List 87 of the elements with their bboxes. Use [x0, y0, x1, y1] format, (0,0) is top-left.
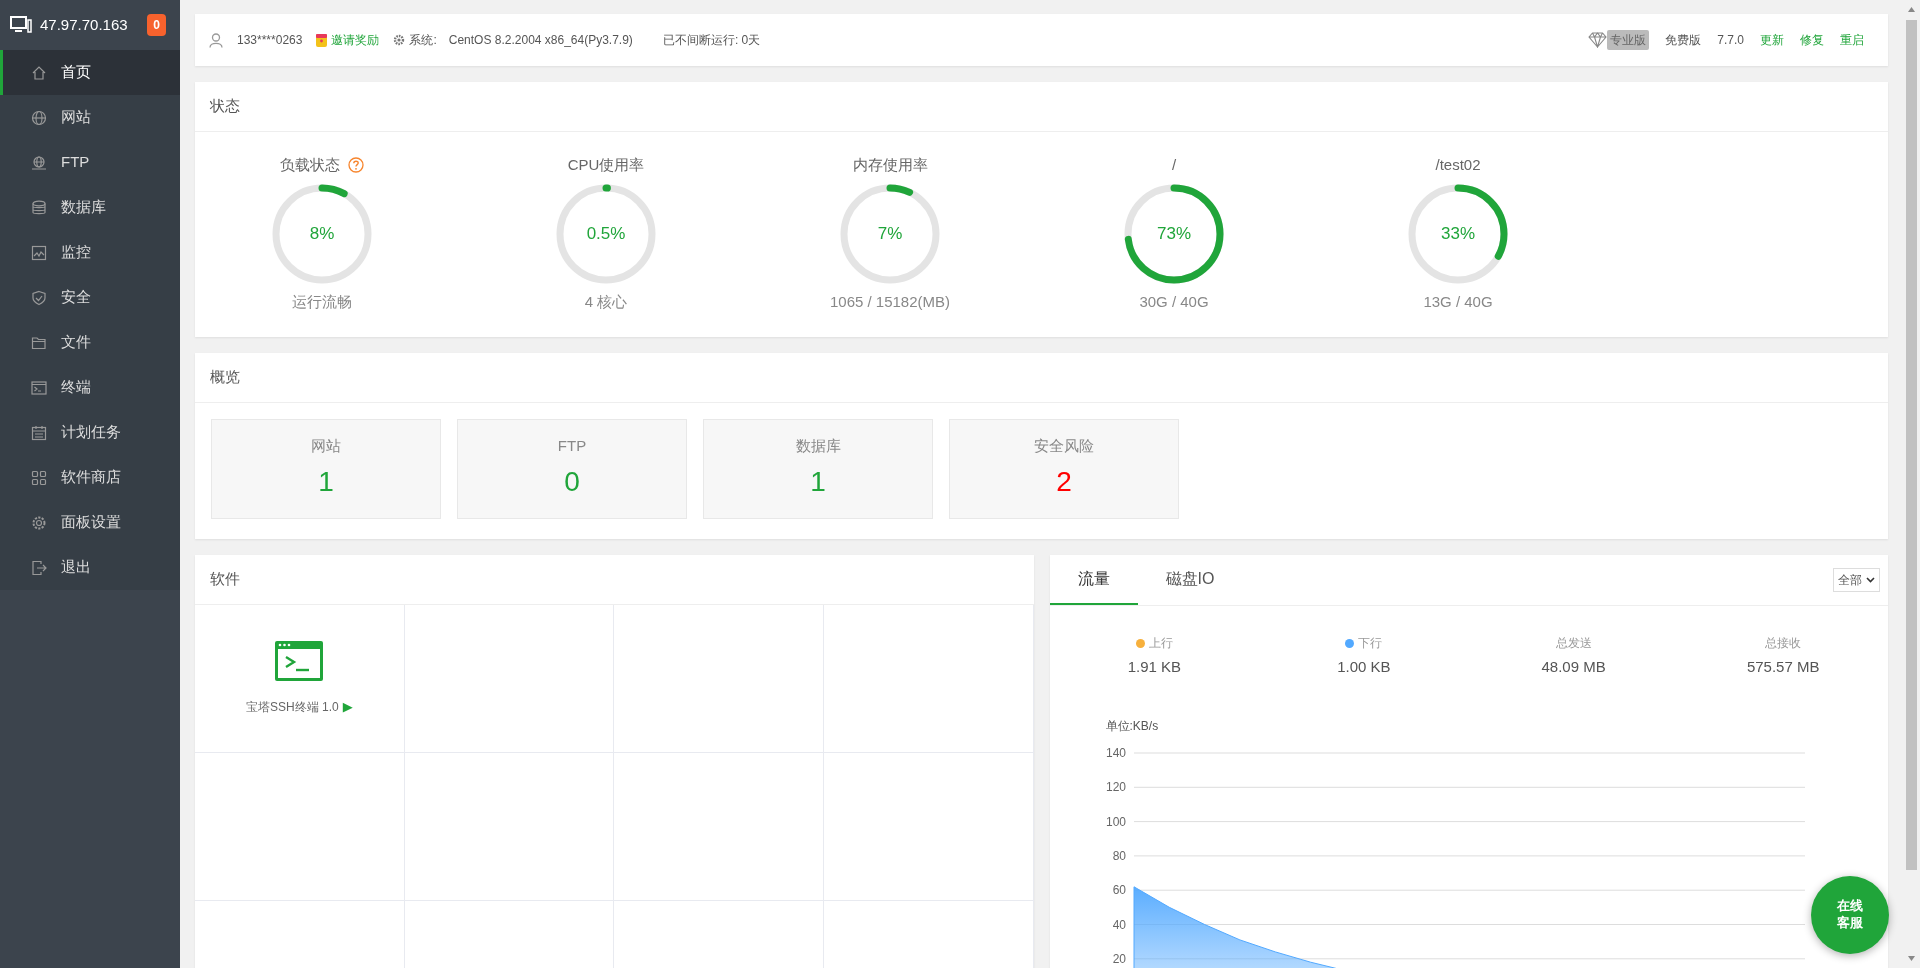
sidebar-item[interactable]: 软件商店 [0, 455, 180, 500]
server-ip: 47.97.70.163 [40, 14, 128, 35]
gauge-label: 内存使用率 [852, 155, 928, 175]
tile-label: 数据库 [795, 435, 841, 456]
overview-tile[interactable]: 安全风险 2 [949, 419, 1179, 519]
stat-label: 下行 [1358, 635, 1383, 652]
panel-title: 概览 [195, 353, 1888, 403]
uptime-text: 已不间断运行: 0天 [662, 32, 761, 49]
axis-tick: 60 [1112, 882, 1126, 897]
sidebar-item[interactable]: 终端 [0, 365, 180, 410]
gauge-caption: 13G / 40G [1423, 291, 1493, 312]
caret-icon [1866, 577, 1875, 583]
help-icon[interactable] [348, 157, 364, 174]
terminal-icon [31, 379, 47, 396]
monitor-icon [10, 16, 32, 34]
stat-value: 1.00 KB [1337, 657, 1391, 677]
axis-tick: 80 [1112, 848, 1126, 863]
gauge-reading: 7% [877, 222, 903, 245]
gauge-caption: 4 核心 [584, 291, 628, 312]
gauge-reading: 73% [1157, 222, 1191, 245]
version-text: 7.7.0 [1717, 32, 1744, 49]
panel-title: 状态 [195, 82, 1888, 132]
diamond-icon [1588, 32, 1608, 48]
database-icon [31, 199, 47, 216]
sidebar-item[interactable]: 首页 [0, 50, 180, 95]
tile-count: 0 [564, 465, 580, 500]
system-info: CentOS 8.2.2004 x86_64(Py3.7.9) [448, 32, 633, 49]
user-account: 133****0263 [237, 32, 303, 49]
sidebar-item[interactable]: 文件 [0, 320, 180, 365]
gauge-caption: 30G / 40G [1139, 291, 1209, 312]
axis-tick: 120 [1105, 779, 1126, 794]
sidebar-item[interactable]: 退出 [0, 545, 180, 590]
gear-icon [393, 34, 406, 46]
sidebar-item[interactable]: 计划任务 [0, 410, 180, 455]
stat-value: 1.91 KB [1127, 657, 1181, 677]
gauge-reading: 8% [309, 222, 335, 245]
sidebar-item[interactable]: 面板设置 [0, 500, 180, 545]
tile-label: 安全风险 [1034, 435, 1094, 456]
gauge-reading: 0.5% [586, 222, 626, 245]
grid-icon [31, 469, 47, 486]
sidebar-item[interactable]: 数据库 [0, 185, 180, 230]
gauge-reading: 33% [1441, 222, 1475, 245]
user-icon [209, 32, 223, 48]
software-name[interactable]: 宝塔SSH终端 1.0 [245, 697, 339, 716]
axis-tick: 20 [1112, 951, 1126, 966]
gauge-label: 负载状态 [280, 155, 340, 175]
tile-count: 2 [1056, 465, 1072, 500]
edition-badge: 专业版 [1607, 30, 1650, 50]
stat-label: 总发送 [1555, 635, 1592, 652]
globe-icon [31, 154, 47, 171]
stat-value: 48.09 MB [1541, 657, 1606, 677]
edition-text: 免费版 [1665, 32, 1702, 49]
sidebar-item[interactable]: 安全 [0, 275, 180, 320]
system-label: 系统: [409, 32, 437, 49]
axis-tick: 100 [1105, 814, 1126, 829]
globe-icon [31, 109, 47, 126]
range-select[interactable]: 全部 [1833, 568, 1880, 592]
stat-label: 上行 [1148, 635, 1173, 652]
chart-tab[interactable]: 磁盘IO [1137, 555, 1243, 605]
axis-tick: 40 [1112, 917, 1126, 931]
tile-count: 1 [810, 465, 826, 500]
gauge-label: /test02 [1435, 155, 1481, 175]
shield-icon [31, 289, 47, 306]
stat-value: 575.57 MB [1746, 657, 1820, 677]
chart-tab[interactable]: 流量 [1049, 555, 1138, 605]
folder-icon [31, 334, 47, 351]
gauge-label: CPU使用率 [567, 155, 645, 175]
gift-icon [316, 33, 328, 47]
gauge-label: / [1171, 155, 1177, 175]
chart-window-icon [31, 244, 47, 261]
panel-title: 软件 [195, 555, 1034, 605]
stat-label: 总接收 [1765, 635, 1802, 652]
tile-label: FTP [557, 435, 587, 456]
settings-icon [31, 514, 47, 531]
calendar-icon [31, 424, 47, 441]
gauge-caption: 运行流畅 [292, 291, 352, 312]
chart-unit: 单位:KB/s [1105, 717, 1160, 735]
sidebar-item[interactable]: FTP [0, 140, 180, 185]
home-icon [31, 64, 47, 81]
axis-tick: 140 [1105, 745, 1126, 760]
logout-icon [31, 559, 47, 576]
tile-count: 1 [318, 465, 334, 500]
tile-label: 网站 [311, 435, 341, 456]
sidebar-item[interactable]: 监控 [0, 230, 180, 275]
sidebar-item[interactable]: 网站 [0, 95, 180, 140]
gauge-caption: 1065 / 15182(MB) [829, 291, 951, 312]
terminal-icon[interactable] [275, 640, 324, 681]
